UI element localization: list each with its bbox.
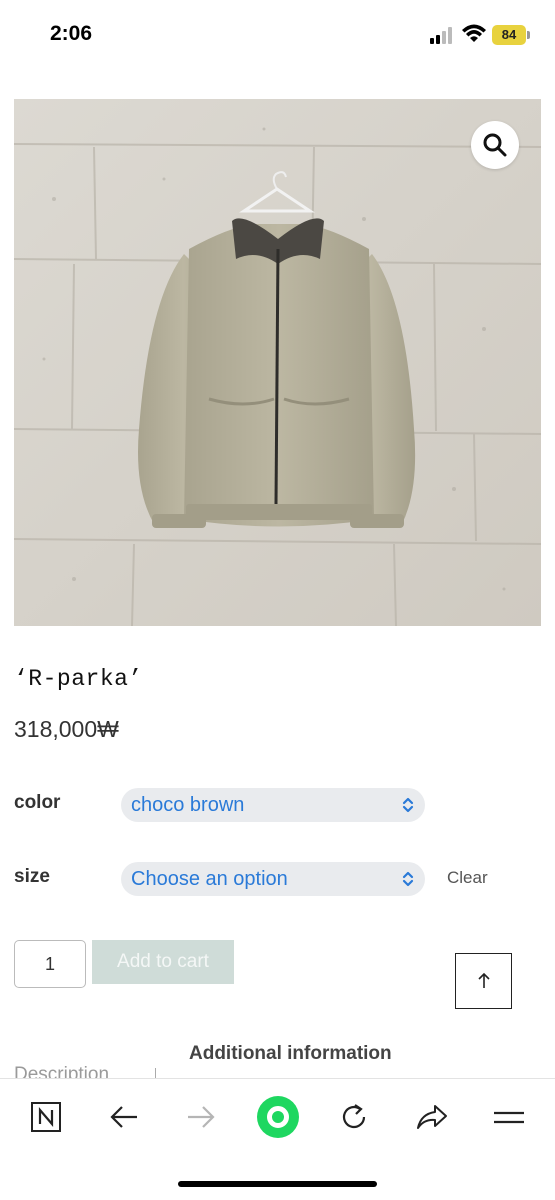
chevron-up-down-icon xyxy=(402,871,414,887)
chevron-up-down-icon xyxy=(402,797,414,813)
arrow-up-icon xyxy=(477,972,490,988)
green-dot-button[interactable] xyxy=(254,1093,302,1141)
clear-link[interactable]: Clear xyxy=(447,868,488,888)
reload-button[interactable] xyxy=(330,1093,378,1141)
share-icon xyxy=(417,1105,447,1129)
size-label: size xyxy=(14,866,50,887)
signal-icon xyxy=(430,26,456,44)
add-to-cart-button[interactable]: Add to cart xyxy=(92,940,234,984)
reload-icon xyxy=(342,1104,366,1129)
product-title: ‘R-parka’ xyxy=(14,666,143,692)
battery-icon: 84 xyxy=(492,25,526,45)
forward-button[interactable] xyxy=(177,1093,225,1141)
quantity-input[interactable]: 1 xyxy=(14,940,86,988)
battery-tip xyxy=(527,31,530,39)
jacket-photo xyxy=(14,99,541,626)
naver-n-icon xyxy=(31,1102,61,1132)
zoom-button[interactable] xyxy=(471,121,519,169)
scroll-to-top-button[interactable] xyxy=(455,953,512,1009)
battery-level: 84 xyxy=(501,27,517,42)
status-bar: 2:06 84 xyxy=(0,0,555,72)
forward-arrow-icon xyxy=(188,1106,215,1128)
green-dot-icon xyxy=(257,1096,299,1138)
status-time: 2:06 xyxy=(50,22,93,45)
size-select[interactable]: Choose an option xyxy=(121,862,425,896)
share-button[interactable] xyxy=(408,1093,456,1141)
home-indicator xyxy=(178,1181,377,1187)
search-icon xyxy=(483,133,507,157)
color-select[interactable]: choco brown xyxy=(121,788,425,822)
wifi-icon xyxy=(462,24,486,42)
naver-home-button[interactable] xyxy=(22,1093,70,1141)
tab-additional-information[interactable]: Additional information xyxy=(189,1043,392,1065)
menu-icon xyxy=(494,1111,524,1124)
menu-button[interactable] xyxy=(485,1093,533,1141)
color-select-value: choco brown xyxy=(131,794,245,816)
size-select-value: Choose an option xyxy=(131,868,288,890)
back-arrow-icon xyxy=(110,1106,137,1128)
product-price: 318,000₩ xyxy=(14,716,119,742)
color-label: color xyxy=(14,792,61,813)
product-image[interactable] xyxy=(14,99,541,626)
back-button[interactable] xyxy=(100,1093,148,1141)
